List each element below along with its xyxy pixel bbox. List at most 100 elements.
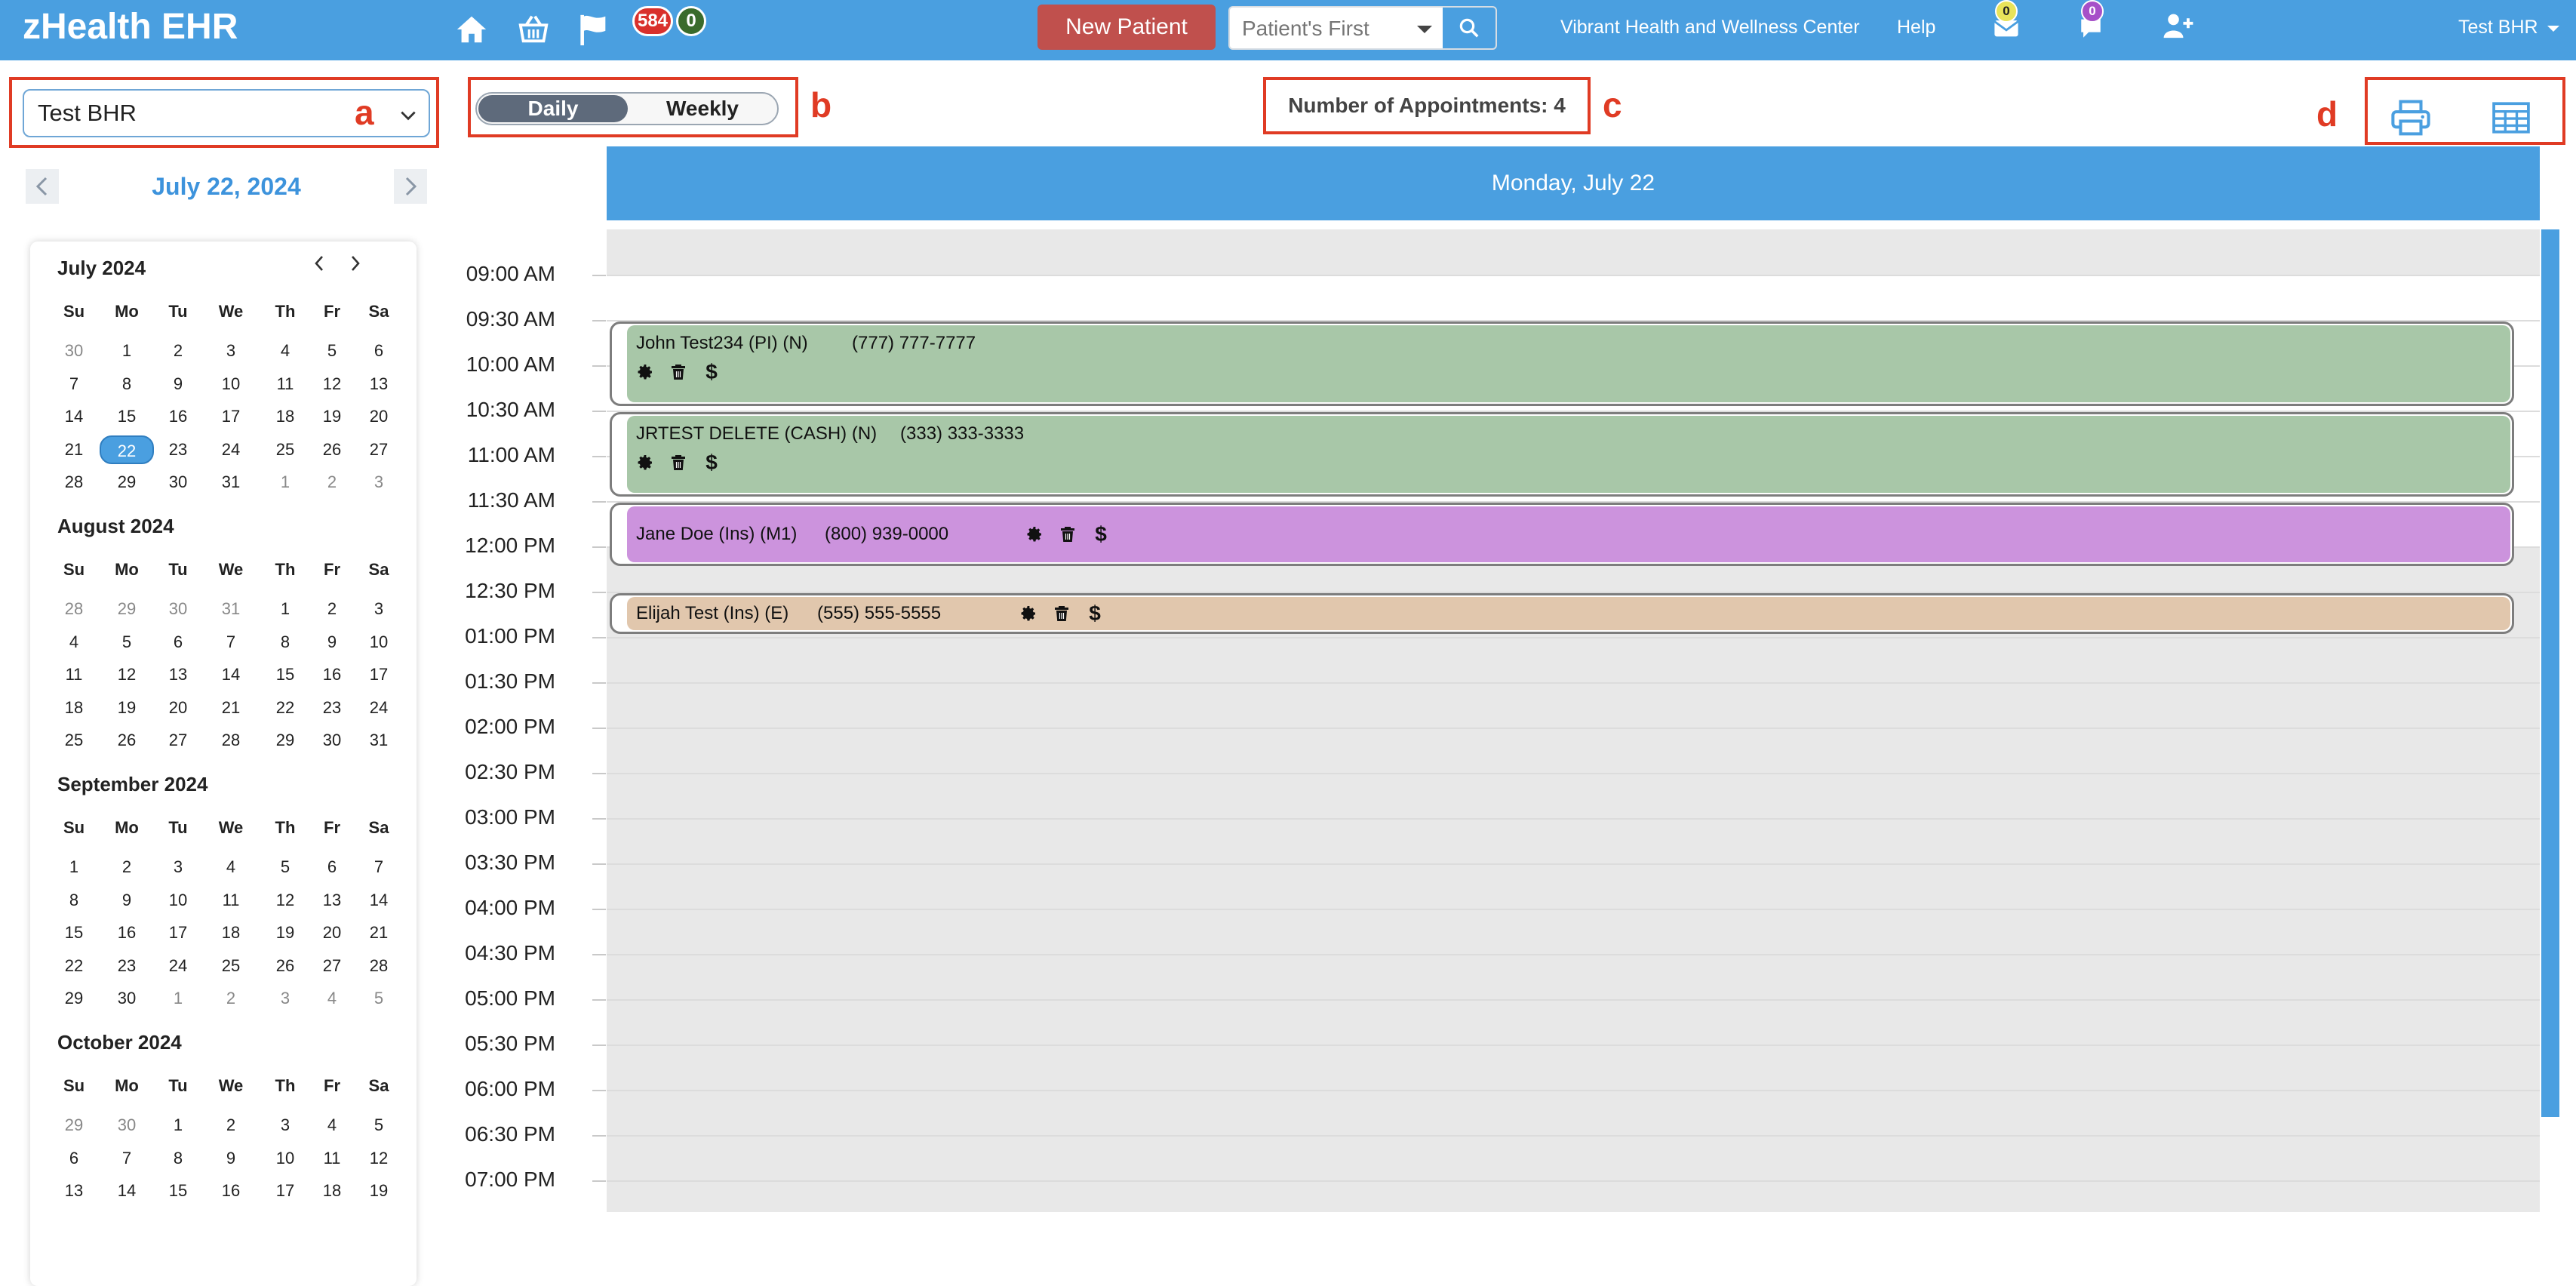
calendar-day[interactable]: 14 [356,889,401,912]
calendar-day[interactable]: 30 [104,1114,149,1137]
calendar-day[interactable]: 2 [104,856,149,878]
calendar-day[interactable]: 1 [155,1114,201,1137]
mail-count-badge[interactable]: 0 [1995,0,2018,23]
calendar-day[interactable]: 14 [51,405,97,428]
calendar-next-month-icon[interactable] [344,252,367,275]
calendar-day[interactable]: 3 [356,598,401,620]
trash-icon[interactable] [1057,524,1078,545]
schedule-scrollbar[interactable] [2541,229,2559,1117]
calendar-day[interactable]: 13 [309,889,355,912]
calendar-day[interactable]: 16 [208,1180,254,1202]
calendar-day[interactable]: 20 [356,405,401,428]
calendar-day[interactable]: 9 [208,1147,254,1170]
new-patient-button[interactable]: New Patient [1037,5,1216,50]
alert-count-badge[interactable]: 0 [676,6,706,36]
clinic-name-link[interactable]: Vibrant Health and Wellness Center [1560,15,1860,39]
calendar-day[interactable]: 22 [263,697,308,719]
calendar-day[interactable]: 28 [51,598,97,620]
flag-count-badge[interactable]: 584 [632,6,673,36]
calendar-day[interactable]: 25 [208,955,254,977]
calendar-day[interactable]: 7 [356,856,401,878]
calendar-day[interactable]: 5 [263,856,308,878]
calendar-day[interactable]: 17 [208,405,254,428]
calendar-day[interactable]: 1 [51,856,97,878]
calendar-day[interactable]: 31 [208,598,254,620]
calendar-day[interactable]: 8 [51,889,97,912]
calendar-day[interactable]: 5 [309,340,355,362]
previous-day-button[interactable] [26,169,59,204]
calendar-day[interactable]: 29 [263,729,308,752]
calendar-day[interactable]: 23 [104,955,149,977]
calendar-day[interactable]: 4 [263,340,308,362]
calendar-day[interactable]: 17 [155,921,201,944]
appointment-card[interactable]: John Test234 (PI) (N) (777) 777-7777 $ [610,322,2514,406]
add-user-icon[interactable] [2163,11,2194,41]
calendar-day[interactable]: 7 [208,631,254,654]
trash-icon[interactable] [668,361,689,383]
calendar-day[interactable]: 25 [263,438,308,461]
home-icon[interactable] [451,11,492,48]
calendar-day[interactable]: 2 [155,340,201,362]
help-link[interactable]: Help [1897,15,1935,39]
search-button[interactable] [1443,8,1495,48]
calendar-day[interactable]: 13 [155,663,201,686]
calendar-day[interactable]: 9 [155,373,201,395]
calendar-day[interactable]: 29 [104,471,149,494]
calendar-day[interactable]: 28 [356,955,401,977]
calendar-day[interactable]: 6 [51,1147,97,1170]
calendar-day[interactable]: 17 [356,663,401,686]
billing-dollar-icon[interactable]: $ [701,452,722,473]
calendar-day[interactable]: 15 [155,1180,201,1202]
calendar-day[interactable]: 19 [309,405,355,428]
user-menu[interactable]: Test BHR [2458,15,2560,39]
calendar-day[interactable]: 19 [104,697,149,719]
calendar-day[interactable]: 4 [309,1114,355,1137]
calendar-day[interactable]: 12 [309,373,355,395]
calendar-day[interactable]: 2 [309,471,355,494]
trash-icon[interactable] [668,452,689,473]
app-title[interactable]: zHealth EHR [23,6,238,48]
calendar-day[interactable]: 13 [356,373,401,395]
calendar-day[interactable]: 11 [263,373,308,395]
calendar-day[interactable]: 23 [309,697,355,719]
calendar-day[interactable]: 21 [208,697,254,719]
view-weekly-button[interactable]: Weekly [628,95,777,122]
calendar-day[interactable]: 9 [309,631,355,654]
calendar-day[interactable]: 13 [51,1180,97,1202]
billing-dollar-icon[interactable]: $ [701,361,722,383]
calendar-day[interactable]: 31 [208,471,254,494]
appointment-card[interactable]: Jane Doe (Ins) (M1) (800) 939-0000 $ [610,503,2514,566]
calendar-day[interactable]: 5 [356,987,401,1010]
calendar-day[interactable]: 30 [155,598,201,620]
calendar-day[interactable]: 1 [155,987,201,1010]
appointment-card[interactable]: Elijah Test (Ins) (E) (555) 555-5555 $ [610,593,2514,634]
calendar-day[interactable]: 16 [309,663,355,686]
calendar-day[interactable]: 16 [155,405,201,428]
calendar-day[interactable]: 22 [100,435,154,464]
calendar-day[interactable]: 3 [263,1114,308,1137]
calendar-day[interactable]: 21 [356,921,401,944]
calendar-day[interactable]: 8 [263,631,308,654]
calendar-day[interactable]: 10 [263,1147,308,1170]
calendar-day[interactable]: 4 [208,856,254,878]
flag-icon[interactable] [573,11,614,48]
calendar-day[interactable]: 3 [155,856,201,878]
calendar-day[interactable]: 7 [51,373,97,395]
basket-icon[interactable] [513,11,554,48]
calendar-day[interactable]: 29 [104,598,149,620]
calendar-day[interactable]: 25 [51,729,97,752]
calendar-day[interactable]: 7 [104,1147,149,1170]
calendar-day[interactable]: 2 [208,1114,254,1137]
calendar-day[interactable]: 1 [104,340,149,362]
trash-icon[interactable] [1051,603,1072,624]
calendar-day[interactable]: 15 [104,405,149,428]
calendar-day[interactable]: 17 [263,1180,308,1202]
calendar-day[interactable]: 29 [51,1114,97,1137]
calendar-day[interactable]: 5 [356,1114,401,1137]
chat-count-badge[interactable]: 0 [2081,0,2104,23]
calendar-day[interactable]: 29 [51,987,97,1010]
appointment-patient-name[interactable]: Jane Doe (Ins) (M1) [636,524,797,545]
calendar-day[interactable]: 26 [104,729,149,752]
view-daily-button[interactable]: Daily [478,95,628,122]
calendar-day[interactable]: 20 [309,921,355,944]
